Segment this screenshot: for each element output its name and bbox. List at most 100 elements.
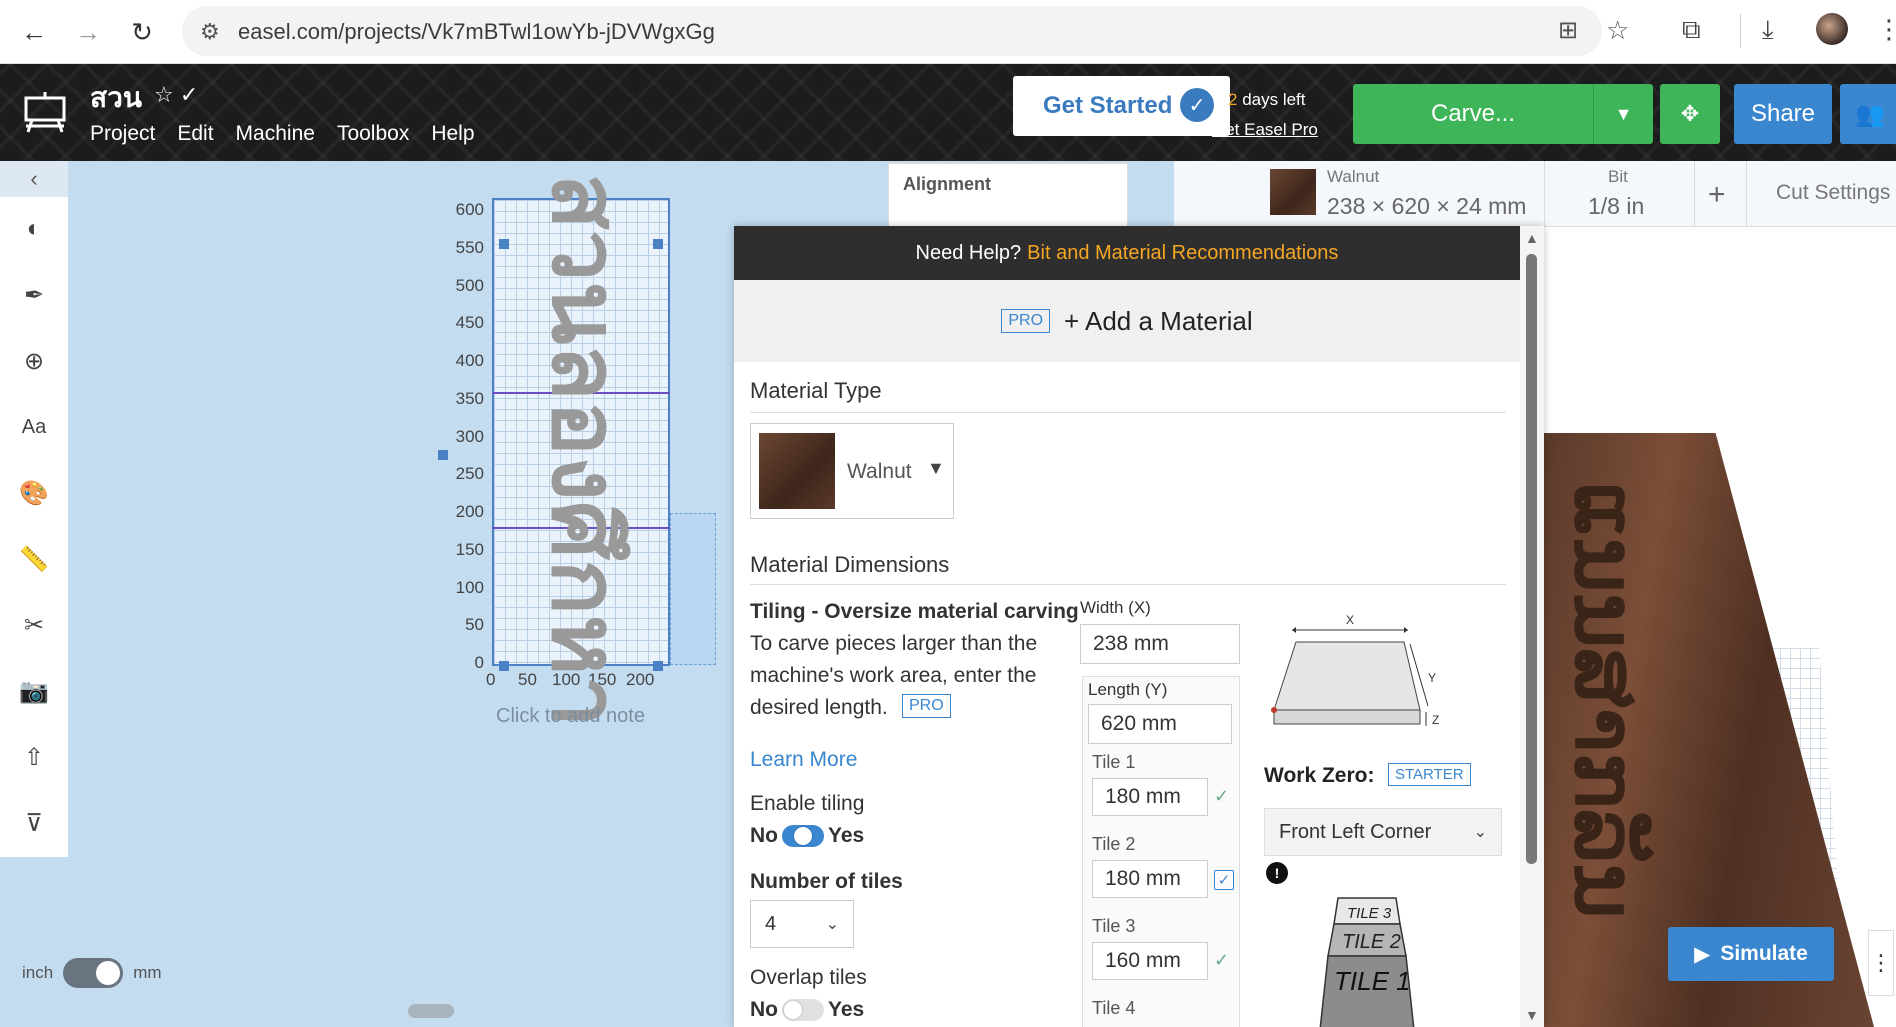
unit-inch-label: inch	[22, 963, 54, 982]
tile-1-input[interactable]: 180 mm	[1092, 778, 1208, 816]
download-icon[interactable]: ⤓	[1762, 14, 1774, 46]
check-box-icon[interactable]: ✓	[1214, 870, 1234, 890]
back-icon[interactable]: ←	[18, 16, 50, 48]
carve-dropdown-icon[interactable]: ▼	[1593, 84, 1653, 144]
address-bar[interactable]: ⚙ easel.com/projects/Vk7mBTwl1owYb-jDVWg…	[182, 6, 1629, 56]
profile-avatar[interactable]	[1816, 13, 1848, 45]
palette-icon[interactable]: 🎨	[16, 475, 52, 511]
translate-icon[interactable]: ⊞	[1558, 16, 1578, 45]
work-zero-select[interactable]: Front Left Corner ⌄	[1264, 808, 1502, 856]
add-note-link[interactable]: Click to add note	[496, 705, 645, 728]
tools-icon[interactable]: ✂	[16, 607, 52, 643]
cut-settings-button[interactable]: Cut Settings	[1776, 181, 1890, 205]
divider	[750, 584, 1506, 585]
get-started-button[interactable]: Get Started ✓	[1013, 76, 1230, 136]
menu-machine[interactable]: Machine	[236, 122, 315, 146]
target-icon[interactable]: ⊕	[16, 343, 52, 379]
resize-handle[interactable]	[653, 661, 663, 671]
pen-icon[interactable]: ✒	[16, 277, 52, 313]
diagram-x-label: X	[1346, 613, 1354, 627]
alignment-title: Alignment	[903, 174, 991, 194]
enable-tiling-toggle[interactable]: No Yes	[750, 824, 864, 848]
text-icon[interactable]: Aa	[16, 409, 52, 445]
unit-switch[interactable]	[63, 958, 124, 988]
check-icon[interactable]: ✓	[1214, 950, 1229, 971]
shapes-icon[interactable]: ◐	[16, 211, 52, 247]
dialog-scrollbar[interactable]: ▲ ▼	[1520, 226, 1544, 1027]
overlap-switch[interactable]	[782, 999, 824, 1022]
tile-3-input[interactable]: 160 mm	[1092, 942, 1208, 980]
main-menu: Project Edit Machine Toolbox Help	[90, 122, 475, 146]
forward-icon[interactable]: →	[72, 16, 104, 48]
site-settings-icon[interactable]: ⚙	[200, 19, 220, 45]
bit-label[interactable]: Bit	[1608, 167, 1628, 187]
trial-days-left: 2 days left	[1228, 90, 1306, 109]
simulate-button[interactable]: ▶ Simulate	[1668, 927, 1834, 981]
apps-icon[interactable]: ⊽	[16, 805, 52, 841]
extensions-icon[interactable]: ⧉	[1682, 14, 1701, 46]
menu-toolbox[interactable]: Toolbox	[337, 122, 409, 146]
caret-down-icon: ▼	[927, 458, 945, 478]
y-tick: 400	[455, 351, 484, 370]
easel-logo-icon[interactable]	[22, 90, 68, 134]
more-options-icon[interactable]: ⋮	[1868, 930, 1894, 996]
resize-handle[interactable]	[438, 450, 448, 460]
material-size[interactable]: 238 × 620 × 24 mm	[1327, 193, 1526, 220]
menu-edit[interactable]: Edit	[177, 122, 213, 146]
menu-help[interactable]: Help	[431, 122, 474, 146]
resize-handle[interactable]	[499, 239, 509, 249]
design-text-object[interactable]: สวนลองศึกหา	[532, 173, 639, 727]
ruler-icon[interactable]: 📏	[16, 541, 52, 577]
work-zero-label: Work Zero:	[1264, 764, 1375, 787]
y-tick: 200	[455, 502, 484, 521]
y-tick: 500	[455, 276, 484, 295]
material-type-select[interactable]: Walnut ▼	[750, 423, 954, 519]
share-button[interactable]: Share	[1734, 84, 1832, 144]
reload-icon[interactable]: ↻	[126, 16, 158, 48]
length-input[interactable]: 620 mm	[1088, 704, 1232, 744]
browser-toolbar: ← → ↻ ⚙ easel.com/projects/Vk7mBTwl1owYb…	[0, 0, 1896, 64]
get-pro-link[interactable]: Get Easel Pro	[1212, 120, 1318, 140]
recommendations-link[interactable]: Bit and Material Recommendations	[1027, 242, 1338, 265]
upload-icon[interactable]: ⇧	[16, 739, 52, 775]
unit-mm-label: mm	[133, 963, 162, 982]
collapse-toolbar-icon[interactable]: ‹	[0, 161, 68, 197]
favorite-star-icon[interactable]: ☆ ✓	[154, 82, 198, 108]
resize-handle[interactable]	[499, 661, 509, 671]
dialog-scroll-thumb[interactable]	[1526, 254, 1537, 864]
bit-size[interactable]: 1/8 in	[1588, 193, 1644, 220]
number-of-tiles-select[interactable]: 4 ⌄	[750, 900, 854, 948]
learn-more-link[interactable]: Learn More	[750, 748, 857, 772]
collaborators-icon[interactable]: 👥	[1840, 84, 1896, 144]
y-tick: 550	[455, 238, 484, 257]
tile-2-input[interactable]: 180 mm	[1092, 860, 1208, 898]
tiling-desc: To carve pieces larger than the	[750, 632, 1038, 655]
scroll-up-icon[interactable]: ▲	[1525, 230, 1539, 246]
y-tick: 50	[465, 615, 484, 634]
width-input[interactable]: 238 mm	[1080, 624, 1240, 664]
horizontal-scrollbar[interactable]	[408, 1004, 454, 1018]
project-title[interactable]: สวน	[90, 76, 142, 120]
width-label: Width (X)	[1080, 598, 1151, 617]
warning-icon[interactable]: !	[1266, 862, 1288, 884]
material-name[interactable]: Walnut	[1327, 167, 1379, 187]
machine-jog-icon[interactable]: ✥	[1660, 84, 1720, 144]
help-banner: Need Help? Bit and Material Recommendati…	[734, 226, 1520, 280]
browser-menu-icon[interactable]: ⋮	[1876, 14, 1896, 45]
tile-3-label: Tile 3	[1092, 916, 1136, 936]
starter-badge: STARTER	[1388, 763, 1471, 786]
check-icon[interactable]: ✓	[1214, 786, 1229, 807]
tiling-switch[interactable]	[782, 825, 824, 848]
add-bit-icon[interactable]: +	[1708, 178, 1726, 212]
add-material-button[interactable]: PRO + Add a Material	[734, 280, 1520, 362]
scroll-down-icon[interactable]: ▼	[1525, 1007, 1539, 1023]
bookmark-star-icon[interactable]: ☆	[1606, 15, 1629, 46]
unit-toggle[interactable]: inch mm	[22, 958, 162, 988]
camera-icon[interactable]: 📷	[16, 673, 52, 709]
carve-button[interactable]: Carve...	[1353, 84, 1593, 144]
material-swatch[interactable]	[1270, 169, 1316, 215]
url-text[interactable]: easel.com/projects/Vk7mBTwl1owYb-jDVWgxG…	[238, 19, 715, 45]
resize-handle[interactable]	[653, 239, 663, 249]
overlap-tiles-toggle[interactable]: No Yes	[750, 998, 864, 1022]
menu-project[interactable]: Project	[90, 122, 155, 146]
